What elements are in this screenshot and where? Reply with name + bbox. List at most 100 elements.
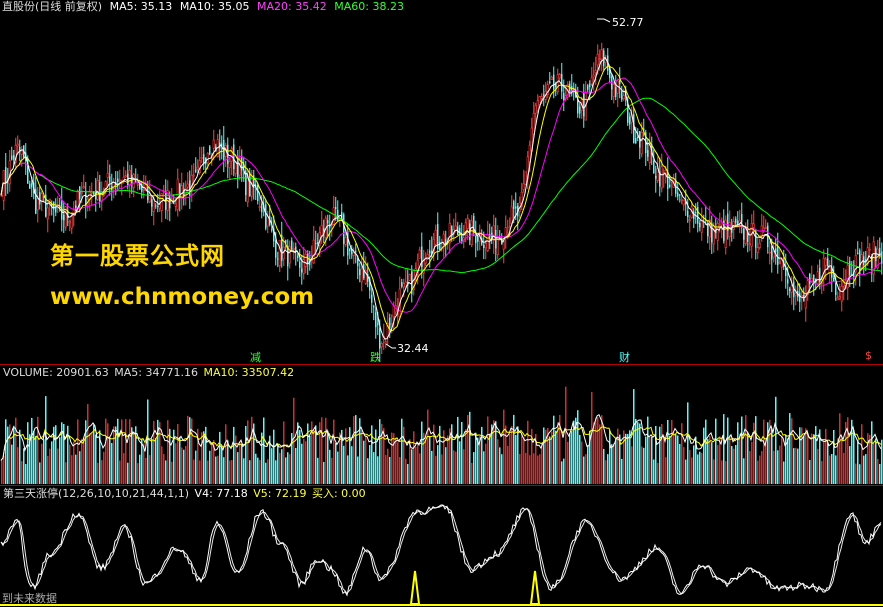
candle-body: [558, 74, 561, 79]
volume-bar: [799, 427, 801, 484]
volume-bar: [569, 433, 571, 484]
volume-bar: [55, 425, 57, 484]
candle-body: [868, 248, 871, 251]
volume-bar: [771, 428, 773, 484]
volume-bar: [21, 461, 23, 484]
volume-bar: [207, 460, 209, 484]
candle-body: [596, 53, 599, 66]
candle-body: [82, 186, 85, 189]
candle-body: [233, 144, 235, 170]
volume-bar: [467, 415, 469, 484]
volume-bar: [247, 420, 249, 484]
volume-bar: [739, 433, 741, 484]
volume-bar: [425, 439, 427, 484]
candle-body: [561, 74, 563, 92]
candle-body: [158, 204, 161, 209]
candle-body: [203, 154, 205, 164]
candle-body: [504, 227, 507, 237]
volume-bar: [631, 446, 633, 484]
volume-bar: [645, 436, 647, 484]
candle-body: [401, 282, 403, 287]
volume-bar: [469, 411, 471, 484]
volume-bar: [703, 427, 705, 484]
volume-bar: [627, 433, 629, 484]
volume-bar: [553, 415, 555, 484]
candle-body: [380, 343, 383, 348]
candle-body: [79, 186, 81, 200]
volume-bar: [335, 442, 337, 484]
volume-bar: [165, 460, 167, 484]
volume-bar: [609, 430, 611, 484]
volume-bar: [797, 448, 799, 484]
volume-bar: [65, 462, 67, 484]
candle-body: [556, 74, 559, 93]
candle-body: [735, 218, 737, 224]
candle-body: [816, 271, 819, 285]
volume-bar: [421, 421, 423, 484]
volume-bar: [91, 432, 93, 484]
candle-body: [486, 234, 489, 252]
candle-body: [343, 214, 345, 244]
volume-bar: [415, 446, 417, 484]
volume-bar: [93, 424, 95, 484]
volume-bar: [31, 417, 33, 484]
candle-body: [787, 279, 789, 284]
event-marker-dollar[interactable]: $: [865, 349, 872, 362]
volume-bar: [787, 438, 789, 484]
volume-bar: [195, 450, 197, 484]
volume-bar: [747, 432, 749, 484]
candle-body: [866, 247, 869, 264]
candle-body: [349, 248, 351, 252]
volume-bar: [733, 448, 735, 484]
candle-body: [297, 255, 299, 258]
volume-bar: [875, 438, 877, 484]
volume-bar: [103, 451, 105, 484]
volume-bar: [345, 428, 347, 484]
volume-bar: [379, 419, 381, 484]
candle-body: [136, 184, 139, 186]
watermark-site-url[interactable]: www.chnmoney.com: [50, 284, 314, 310]
volume-bar: [393, 433, 395, 484]
volume-bar: [317, 457, 319, 484]
event-marker-drop[interactable]: 跌: [370, 349, 381, 365]
volume-bar: [41, 443, 43, 484]
event-marker-reduce[interactable]: 减: [250, 349, 261, 365]
volume-bar: [243, 458, 245, 484]
volume-bar: [579, 435, 581, 484]
volume-bar: [743, 458, 745, 484]
candle-body: [695, 212, 697, 214]
volume-bar: [595, 417, 597, 484]
volume-bar: [87, 404, 89, 484]
volume-bar: [731, 446, 733, 484]
volume-ma5-readout: MA5: 34771.16: [114, 366, 198, 379]
candle-body: [669, 184, 671, 188]
volume-bar: [7, 426, 9, 484]
volume-bar: [505, 425, 507, 484]
candle-body: [838, 296, 841, 299]
volume-bar: [515, 435, 517, 484]
candle-body: [549, 81, 551, 84]
event-marker-finance[interactable]: 财: [619, 349, 630, 365]
candle-body: [196, 166, 199, 170]
volume-bar: [791, 418, 793, 484]
watermark-site-name: 第一股票公式网: [50, 242, 225, 270]
volume-bar: [635, 419, 637, 484]
volume-bar: [857, 439, 859, 484]
volume-bar: [601, 415, 603, 484]
volume-bar: [413, 431, 415, 484]
volume-bar: [43, 439, 45, 484]
candle-body: [824, 258, 827, 266]
volume-bar: [729, 435, 731, 484]
volume-readout: VOLUME: 20901.63: [3, 366, 109, 379]
candle-body: [470, 220, 473, 245]
volume-bar: [303, 439, 305, 484]
volume-bar: [221, 447, 223, 484]
volume-bar: [873, 443, 875, 484]
volume-bar: [211, 443, 213, 484]
volume-bar: [407, 464, 409, 484]
volume-bar: [377, 456, 379, 484]
volume-bar: [483, 451, 485, 484]
volume-bar: [641, 446, 643, 484]
candle-body: [716, 223, 719, 241]
candle-body: [771, 246, 773, 260]
